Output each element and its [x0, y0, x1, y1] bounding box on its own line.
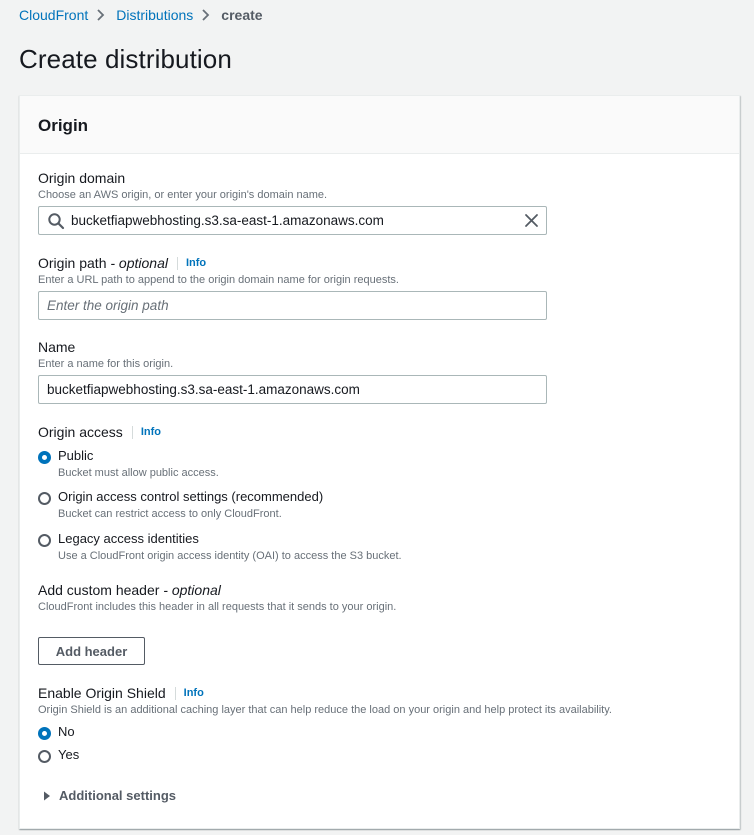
- origin-panel: Origin Origin domain Choose an AWS origi…: [19, 95, 740, 829]
- origin-shield-field: Enable Origin Shield Info Origin Shield …: [38, 685, 612, 716]
- origin-path-info-link[interactable]: Info: [186, 257, 206, 269]
- radio-label: Yes: [58, 747, 80, 762]
- divider: [174, 686, 176, 700]
- chevron-right-icon: [90, 7, 114, 23]
- radio-label: No: [58, 724, 75, 739]
- radio-button[interactable]: [38, 492, 51, 505]
- panel-header: Origin: [20, 96, 739, 154]
- search-icon: [47, 212, 65, 230]
- additional-settings-expander[interactable]: Additional settings: [43, 788, 176, 803]
- radio-shield-yes[interactable]: Yes: [38, 747, 79, 763]
- origin-domain-input[interactable]: bucketfiapwebhosting.s3.sa-east-1.amazon…: [38, 206, 547, 235]
- origin-shield-label-text: Enable Origin Shield: [38, 685, 166, 701]
- optional-text: - optional: [163, 582, 221, 598]
- name-description: Enter a name for this origin.: [38, 358, 174, 370]
- radio-label: Legacy access identities: [58, 531, 199, 546]
- origin-path-label-text: Origin path: [38, 255, 107, 271]
- origin-access-label-text: Origin access: [38, 424, 123, 440]
- origin-access-field: Origin access Info: [38, 424, 161, 440]
- breadcrumb-distributions[interactable]: Distributions: [116, 7, 193, 23]
- breadcrumb-current: create: [221, 7, 263, 23]
- name-label: Name: [38, 339, 76, 355]
- radio-button[interactable]: [38, 534, 51, 547]
- radio-label: Origin access control settings (recommen…: [58, 489, 324, 504]
- name-field: Name Enter a name for this origin.: [38, 339, 173, 370]
- origin-path-input[interactable]: Enter the origin path: [38, 291, 547, 320]
- chevron-right-icon: [195, 7, 219, 23]
- custom-header-field: Add custom header - optional CloudFront …: [38, 582, 396, 613]
- radio-public[interactable]: Public Bucket must allow public access.: [38, 448, 219, 479]
- radio-label: Public: [58, 448, 94, 463]
- origin-shield-info-link[interactable]: Info: [184, 687, 204, 699]
- close-icon[interactable]: [524, 213, 539, 228]
- radio-button[interactable]: [38, 727, 51, 740]
- custom-header-label: Add custom header - optional: [38, 582, 396, 598]
- origin-path-label: Origin path - optional Info: [38, 255, 399, 271]
- caret-right-icon: [44, 791, 50, 800]
- radio-description: Use a CloudFront origin access identity …: [58, 550, 402, 562]
- origin-domain-description: Choose an AWS origin, or enter your orig…: [38, 189, 328, 201]
- radio-shield-no[interactable]: No: [38, 724, 75, 740]
- origin-path-description: Enter a URL path to append to the origin…: [38, 274, 399, 286]
- divider: [176, 256, 178, 270]
- radio-description: Bucket can restrict access to only Cloud…: [58, 508, 282, 520]
- radio-legacy-access[interactable]: Legacy access identities Use a CloudFron…: [38, 531, 402, 562]
- radio-description: Bucket must allow public access.: [58, 467, 219, 479]
- optional-text: - optional: [110, 255, 168, 271]
- origin-access-label: Origin access Info: [38, 424, 161, 440]
- custom-header-description: CloudFront includes this header in all r…: [38, 601, 397, 613]
- origin-path-field: Origin path - optional Info Enter a URL …: [38, 255, 399, 286]
- origin-access-info-link[interactable]: Info: [141, 426, 161, 438]
- radio-button[interactable]: [38, 451, 51, 464]
- name-input[interactable]: bucketfiapwebhosting.s3.sa-east-1.amazon…: [38, 375, 547, 404]
- origin-shield-description: Origin Shield is an additional caching l…: [38, 704, 612, 716]
- origin-domain-label: Origin domain: [38, 170, 126, 186]
- page-title: Create distribution: [19, 44, 232, 74]
- panel-title: Origin: [38, 116, 89, 135]
- divider: [131, 425, 133, 439]
- breadcrumb: CloudFront Distributions create: [19, 7, 263, 23]
- radio-button[interactable]: [38, 750, 51, 763]
- origin-domain-value: bucketfiapwebhosting.s3.sa-east-1.amazon…: [71, 213, 384, 228]
- breadcrumb-cloudfront[interactable]: CloudFront: [19, 7, 88, 23]
- origin-domain-field: Origin domain Choose an AWS origin, or e…: [38, 170, 327, 201]
- add-header-button[interactable]: Add header: [38, 637, 145, 665]
- custom-header-label-text: Add custom header: [38, 582, 160, 598]
- origin-shield-label: Enable Origin Shield Info: [38, 685, 612, 701]
- additional-settings-label: Additional settings: [59, 788, 176, 803]
- radio-origin-access-control[interactable]: Origin access control settings (recommen…: [38, 489, 323, 520]
